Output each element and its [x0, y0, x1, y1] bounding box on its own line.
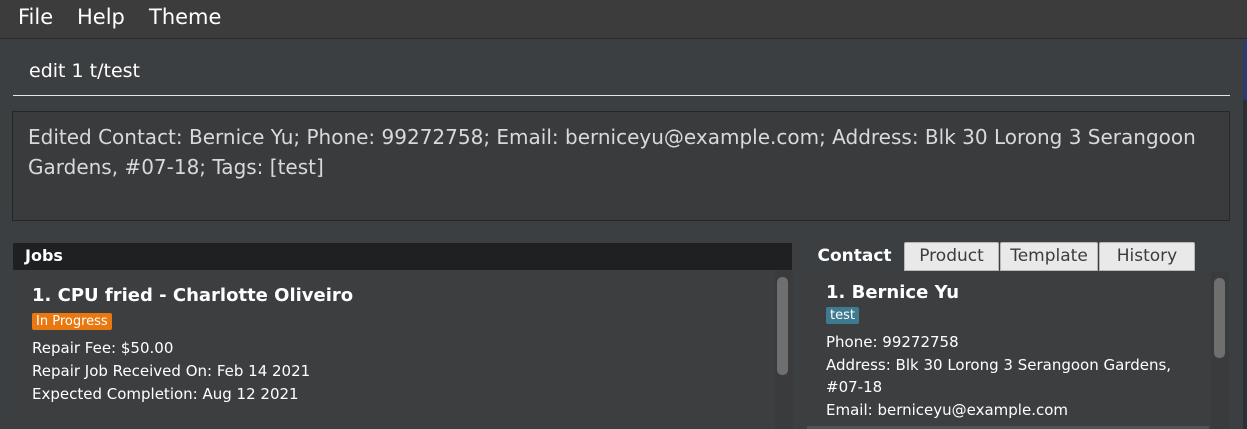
- job-repair-fee: Repair Fee: $50.00: [32, 339, 174, 357]
- job-received-date: Repair Job Received On: Feb 14 2021: [32, 362, 311, 380]
- tab-bar: Contact Product Template History: [807, 242, 1212, 272]
- jobs-scrollbar-thumb[interactable]: [777, 277, 788, 375]
- jobs-header: Jobs: [13, 243, 792, 270]
- tab-product[interactable]: Product: [904, 242, 999, 271]
- contact-list: 1. Bernice Yu test Phone: 99272758 Addre…: [807, 272, 1209, 429]
- contact-scrollbar-thumb[interactable]: [1214, 278, 1225, 358]
- contact-name: 1. Bernice Yu: [826, 282, 960, 303]
- result-display: Edited Contact: Bernice Yu; Phone: 99272…: [12, 111, 1230, 221]
- tab-contact[interactable]: Contact: [807, 242, 902, 271]
- menu-help[interactable]: Help: [77, 5, 125, 29]
- contact-scrollbar[interactable]: [1211, 272, 1229, 429]
- contact-email: Email: berniceyu@example.com: [826, 401, 1068, 419]
- job-expected-completion: Expected Completion: Aug 12 2021: [32, 385, 299, 403]
- tab-history[interactable]: History: [1099, 242, 1195, 271]
- jobs-scrollbar[interactable]: [775, 271, 793, 429]
- command-input-value: edit 1 t/test: [29, 60, 140, 82]
- jobs-list: 1. CPU fried - Charlotte Oliveiro In Pro…: [13, 271, 773, 429]
- jobs-header-label: Jobs: [25, 246, 63, 265]
- job-status-badge: In Progress: [32, 313, 112, 330]
- job-title: 1. CPU fried - Charlotte Oliveiro: [32, 285, 354, 306]
- contact-address: Address: Blk 30 Lorong 3 Serangoon Garde…: [826, 356, 1172, 374]
- jobs-panel: Jobs 1. CPU fried - Charlotte Oliveiro I…: [13, 243, 793, 429]
- menu-file[interactable]: File: [18, 5, 53, 29]
- window-edge: [1243, 40, 1247, 429]
- contact-panel: 1. Bernice Yu test Phone: 99272758 Addre…: [807, 272, 1243, 429]
- command-input[interactable]: edit 1 t/test: [13, 40, 1230, 96]
- menu-bar: File Help Theme: [0, 0, 1247, 39]
- contact-phone: Phone: 99272758: [826, 333, 959, 351]
- contact-tag: test: [826, 307, 859, 324]
- contact-address-unit: #07-18: [826, 378, 883, 396]
- result-message: Edited Contact: Bernice Yu; Phone: 99272…: [28, 125, 1196, 179]
- menu-theme[interactable]: Theme: [149, 5, 221, 29]
- tab-template[interactable]: Template: [1000, 242, 1098, 271]
